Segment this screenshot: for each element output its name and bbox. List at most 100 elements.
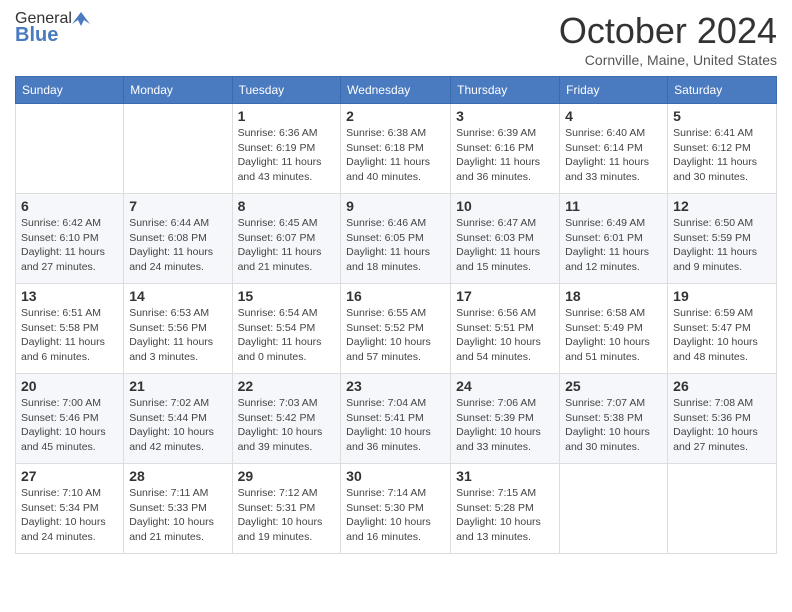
calendar-cell: 6 Sunrise: 6:42 AM Sunset: 6:10 PM Daylig… <box>16 194 124 284</box>
cell-day-number: 16 <box>346 288 445 304</box>
day-header-saturday: Saturday <box>668 77 777 104</box>
calendar-subtitle: Cornville, Maine, United States <box>559 52 777 68</box>
cell-info: Sunrise: 7:12 AM Sunset: 5:31 PM Dayligh… <box>238 486 336 545</box>
cell-day-number: 27 <box>21 468 118 484</box>
week-row-4: 20 Sunrise: 7:00 AM Sunset: 5:46 PM Dayli… <box>16 374 777 464</box>
cell-info: Sunrise: 6:36 AM Sunset: 6:19 PM Dayligh… <box>238 126 336 185</box>
cell-info: Sunrise: 7:02 AM Sunset: 5:44 PM Dayligh… <box>129 396 226 455</box>
calendar-cell: 1 Sunrise: 6:36 AM Sunset: 6:19 PM Daylig… <box>232 104 341 194</box>
cell-day-number: 23 <box>346 378 445 394</box>
cell-day-number: 15 <box>238 288 336 304</box>
calendar-cell <box>560 464 668 554</box>
page-header: General Blue October 2024 Cornville, Mai… <box>15 10 777 68</box>
calendar-cell: 20 Sunrise: 7:00 AM Sunset: 5:46 PM Dayli… <box>16 374 124 464</box>
calendar-cell: 10 Sunrise: 6:47 AM Sunset: 6:03 PM Dayli… <box>451 194 560 284</box>
cell-day-number: 28 <box>129 468 226 484</box>
cell-info: Sunrise: 7:06 AM Sunset: 5:39 PM Dayligh… <box>456 396 554 455</box>
cell-day-number: 18 <box>565 288 662 304</box>
calendar-body: 1 Sunrise: 6:36 AM Sunset: 6:19 PM Daylig… <box>16 104 777 554</box>
week-row-3: 13Sunrise: 6:51 AM Sunset: 5:58 PM Dayli… <box>16 284 777 374</box>
cell-day-number: 14 <box>129 288 226 304</box>
day-header-wednesday: Wednesday <box>341 77 451 104</box>
cell-day-number: 11 <box>565 198 662 214</box>
calendar-cell: 28Sunrise: 7:11 AM Sunset: 5:33 PM Dayli… <box>124 464 232 554</box>
cell-info: Sunrise: 6:53 AM Sunset: 5:56 PM Dayligh… <box>129 306 226 365</box>
calendar-cell: 8Sunrise: 6:45 AM Sunset: 6:07 PM Daylig… <box>232 194 341 284</box>
calendar-cell: 3Sunrise: 6:39 AM Sunset: 6:16 PM Daylig… <box>451 104 560 194</box>
calendar-cell <box>668 464 777 554</box>
logo: General Blue <box>15 10 90 47</box>
calendar-cell: 19 Sunrise: 6:59 AM Sunset: 5:47 PM Dayli… <box>668 284 777 374</box>
cell-day-number: 2 <box>346 108 445 124</box>
cell-info: Sunrise: 6:59 AM Sunset: 5:47 PM Dayligh… <box>673 306 771 365</box>
calendar-cell: 17Sunrise: 6:56 AM Sunset: 5:51 PM Dayli… <box>451 284 560 374</box>
cell-day-number: 21 <box>129 378 226 394</box>
cell-day-number: 10 <box>456 198 554 214</box>
cell-day-number: 20 <box>21 378 118 394</box>
cell-day-number: 17 <box>456 288 554 304</box>
calendar-cell: 9 Sunrise: 6:46 AM Sunset: 6:05 PM Daylig… <box>341 194 451 284</box>
cell-info: Sunrise: 6:46 AM Sunset: 6:05 PM Dayligh… <box>346 216 445 275</box>
cell-info: Sunrise: 7:04 AM Sunset: 5:41 PM Dayligh… <box>346 396 445 455</box>
title-block: October 2024 Cornville, Maine, United St… <box>559 10 777 68</box>
calendar-cell: 4Sunrise: 6:40 AM Sunset: 6:14 PM Daylig… <box>560 104 668 194</box>
calendar-cell: 11 Sunrise: 6:49 AM Sunset: 6:01 PM Dayli… <box>560 194 668 284</box>
calendar-cell: 23 Sunrise: 7:04 AM Sunset: 5:41 PM Dayli… <box>341 374 451 464</box>
cell-info: Sunrise: 7:10 AM Sunset: 5:34 PM Dayligh… <box>21 486 118 545</box>
cell-day-number: 31 <box>456 468 554 484</box>
week-row-5: 27 Sunrise: 7:10 AM Sunset: 5:34 PM Dayli… <box>16 464 777 554</box>
calendar-cell <box>124 104 232 194</box>
cell-day-number: 7 <box>129 198 226 214</box>
cell-info: Sunrise: 6:44 AM Sunset: 6:08 PM Dayligh… <box>129 216 226 275</box>
calendar-cell: 24 Sunrise: 7:06 AM Sunset: 5:39 PM Dayli… <box>451 374 560 464</box>
day-headers-row: SundayMondayTuesdayWednesdayThursdayFrid… <box>16 77 777 104</box>
calendar-cell: 15Sunrise: 6:54 AM Sunset: 5:54 PM Dayli… <box>232 284 341 374</box>
cell-day-number: 6 <box>21 198 118 214</box>
logo-bird-icon <box>72 10 90 28</box>
calendar-cell: 30Sunrise: 7:14 AM Sunset: 5:30 PM Dayli… <box>341 464 451 554</box>
cell-day-number: 9 <box>346 198 445 214</box>
calendar-header: SundayMondayTuesdayWednesdayThursdayFrid… <box>16 77 777 104</box>
day-header-friday: Friday <box>560 77 668 104</box>
cell-day-number: 22 <box>238 378 336 394</box>
cell-info: Sunrise: 7:08 AM Sunset: 5:36 PM Dayligh… <box>673 396 771 455</box>
cell-info: Sunrise: 6:45 AM Sunset: 6:07 PM Dayligh… <box>238 216 336 275</box>
calendar-cell: 31 Sunrise: 7:15 AM Sunset: 5:28 PM Dayli… <box>451 464 560 554</box>
calendar-cell <box>16 104 124 194</box>
calendar-table: SundayMondayTuesdayWednesdayThursdayFrid… <box>15 76 777 554</box>
cell-info: Sunrise: 7:14 AM Sunset: 5:30 PM Dayligh… <box>346 486 445 545</box>
calendar-cell: 13Sunrise: 6:51 AM Sunset: 5:58 PM Dayli… <box>16 284 124 374</box>
cell-day-number: 12 <box>673 198 771 214</box>
cell-info: Sunrise: 7:15 AM Sunset: 5:28 PM Dayligh… <box>456 486 554 545</box>
cell-info: Sunrise: 6:58 AM Sunset: 5:49 PM Dayligh… <box>565 306 662 365</box>
calendar-cell: 5 Sunrise: 6:41 AM Sunset: 6:12 PM Daylig… <box>668 104 777 194</box>
cell-day-number: 4 <box>565 108 662 124</box>
logo-blue-text: Blue <box>15 24 58 47</box>
calendar-cell: 25Sunrise: 7:07 AM Sunset: 5:38 PM Dayli… <box>560 374 668 464</box>
cell-info: Sunrise: 7:07 AM Sunset: 5:38 PM Dayligh… <box>565 396 662 455</box>
cell-info: Sunrise: 6:47 AM Sunset: 6:03 PM Dayligh… <box>456 216 554 275</box>
cell-day-number: 1 <box>238 108 336 124</box>
calendar-cell: 29 Sunrise: 7:12 AM Sunset: 5:31 PM Dayli… <box>232 464 341 554</box>
cell-info: Sunrise: 6:55 AM Sunset: 5:52 PM Dayligh… <box>346 306 445 365</box>
cell-day-number: 24 <box>456 378 554 394</box>
calendar-cell: 2 Sunrise: 6:38 AM Sunset: 6:18 PM Daylig… <box>341 104 451 194</box>
cell-info: Sunrise: 6:41 AM Sunset: 6:12 PM Dayligh… <box>673 126 771 185</box>
cell-day-number: 5 <box>673 108 771 124</box>
week-row-2: 6 Sunrise: 6:42 AM Sunset: 6:10 PM Daylig… <box>16 194 777 284</box>
cell-info: Sunrise: 7:00 AM Sunset: 5:46 PM Dayligh… <box>21 396 118 455</box>
cell-info: Sunrise: 6:42 AM Sunset: 6:10 PM Dayligh… <box>21 216 118 275</box>
cell-day-number: 26 <box>673 378 771 394</box>
calendar-title: October 2024 <box>559 10 777 52</box>
calendar-cell: 26 Sunrise: 7:08 AM Sunset: 5:36 PM Dayli… <box>668 374 777 464</box>
calendar-cell: 12Sunrise: 6:50 AM Sunset: 5:59 PM Dayli… <box>668 194 777 284</box>
calendar-cell: 16 Sunrise: 6:55 AM Sunset: 5:52 PM Dayli… <box>341 284 451 374</box>
day-header-monday: Monday <box>124 77 232 104</box>
cell-day-number: 29 <box>238 468 336 484</box>
cell-info: Sunrise: 6:38 AM Sunset: 6:18 PM Dayligh… <box>346 126 445 185</box>
cell-info: Sunrise: 7:03 AM Sunset: 5:42 PM Dayligh… <box>238 396 336 455</box>
calendar-cell: 22 Sunrise: 7:03 AM Sunset: 5:42 PM Dayli… <box>232 374 341 464</box>
cell-day-number: 19 <box>673 288 771 304</box>
cell-day-number: 3 <box>456 108 554 124</box>
cell-info: Sunrise: 6:49 AM Sunset: 6:01 PM Dayligh… <box>565 216 662 275</box>
